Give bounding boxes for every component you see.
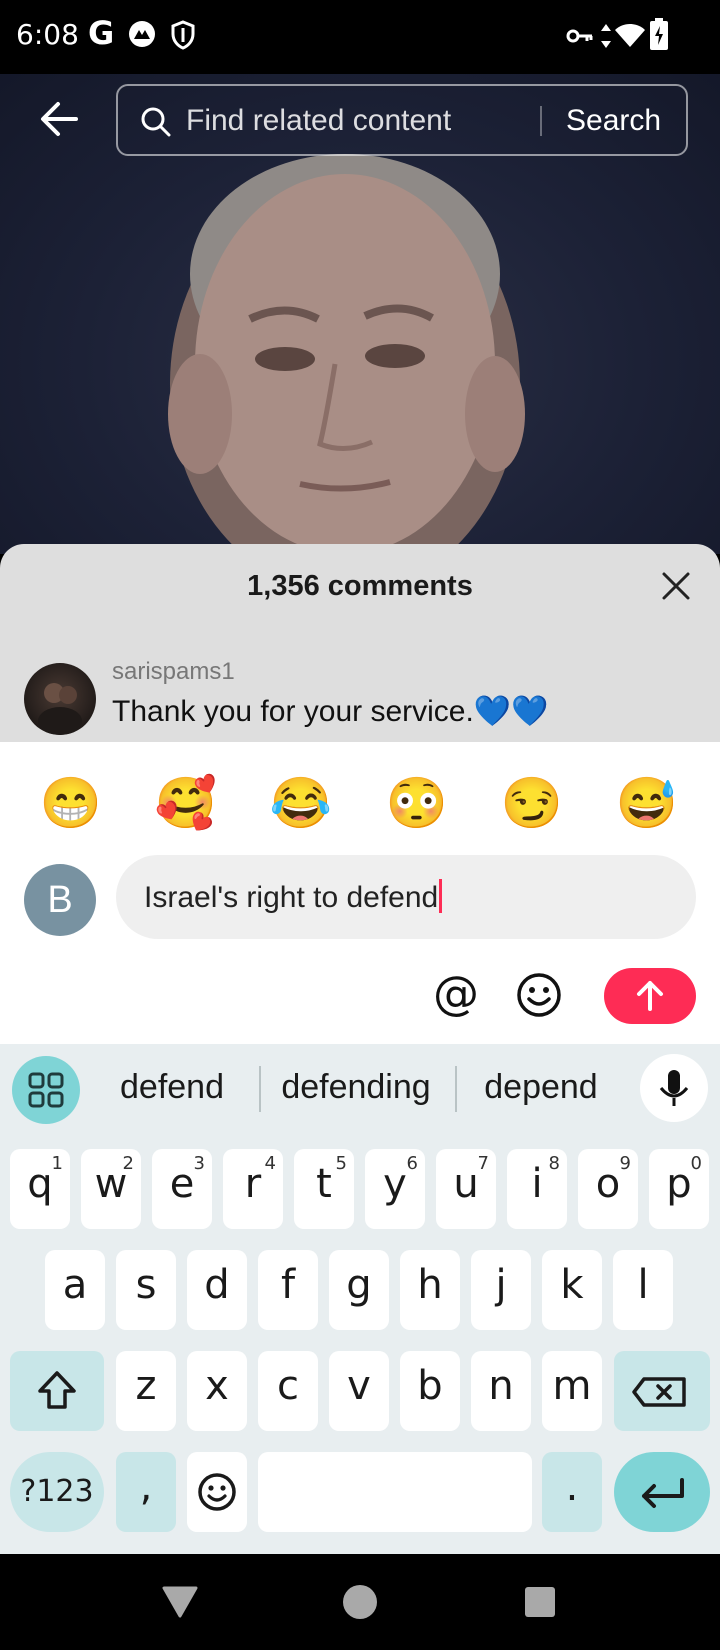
key-k[interactable]: k	[542, 1250, 602, 1330]
key-e[interactable]: e3	[152, 1149, 212, 1229]
arrow-left-icon	[41, 102, 78, 136]
nav-recents-icon[interactable]	[524, 1586, 556, 1618]
grid-icon	[28, 1072, 64, 1108]
mention-button[interactable]: @	[432, 970, 480, 1018]
system-nav-bar	[0, 1554, 720, 1650]
comment-avatar[interactable]	[24, 663, 96, 735]
shift-key[interactable]	[10, 1351, 104, 1431]
key-c[interactable]: c	[258, 1351, 318, 1431]
back-button[interactable]	[36, 94, 86, 144]
search-input[interactable]: Find related content	[186, 104, 451, 138]
nav-back-icon[interactable]	[160, 1584, 200, 1620]
suggestion-2[interactable]: defending	[268, 1068, 444, 1107]
status-bar: 6:08 G	[0, 0, 720, 74]
keyboard-apps-button[interactable]	[12, 1056, 80, 1124]
key-h[interactable]: h	[400, 1250, 460, 1330]
status-time: 6:08	[16, 18, 79, 51]
suggestion-divider	[455, 1066, 457, 1112]
key-n[interactable]: n	[471, 1351, 531, 1431]
data-arrows-icon	[600, 22, 612, 55]
smiley-icon	[517, 973, 561, 1017]
key-x[interactable]: x	[187, 1351, 247, 1431]
key-m[interactable]: m	[542, 1351, 602, 1431]
emoji-joy[interactable]: 😂	[266, 768, 336, 838]
key-v[interactable]: v	[329, 1351, 389, 1431]
comment-username[interactable]: sarispams1	[112, 658, 235, 686]
key-w[interactable]: w2	[81, 1149, 141, 1229]
space-key[interactable]	[258, 1452, 532, 1532]
search-button[interactable]: Search	[566, 104, 661, 138]
key-p[interactable]: p0	[649, 1149, 709, 1229]
period-key[interactable]: .	[542, 1452, 602, 1532]
backspace-icon	[632, 1377, 686, 1407]
key-o[interactable]: o9	[578, 1149, 638, 1229]
symbols-key[interactable]: ?123	[10, 1452, 104, 1532]
google-icon: G	[88, 14, 115, 52]
comment-input-value: Israel's right to defend	[144, 881, 439, 914]
comment-input[interactable]: Israel's right to defend	[116, 855, 696, 939]
user-avatar[interactable]: B	[24, 864, 96, 936]
shield-icon	[170, 20, 196, 55]
key-i[interactable]: i8	[507, 1149, 567, 1229]
emoji-hearts[interactable]: 🥰	[151, 768, 221, 838]
emoji-picker-button[interactable]	[516, 972, 562, 1018]
arrow-up-icon	[637, 981, 663, 1011]
comma-key[interactable]: ,	[116, 1452, 176, 1532]
enter-icon	[642, 1478, 684, 1508]
vpn-key-icon	[566, 26, 594, 51]
send-button[interactable]	[604, 968, 696, 1024]
nav-home-icon[interactable]	[342, 1584, 378, 1620]
emoji-sweat-smile[interactable]: 😅	[612, 768, 682, 838]
close-icon	[662, 572, 690, 600]
quick-emoji-row: 😁 🥰 😂 😳 😏 😅	[0, 768, 720, 838]
backspace-key[interactable]	[614, 1351, 710, 1431]
comment-text: Thank you for your service.💙💙	[112, 695, 549, 728]
wifi-icon	[614, 22, 646, 53]
emoji-grin[interactable]: 😁	[36, 768, 106, 838]
key-d[interactable]: d	[187, 1250, 247, 1330]
key-f[interactable]: f	[258, 1250, 318, 1330]
suggestion-1[interactable]: defend	[100, 1068, 244, 1107]
keyboard: defend defending depend q1 w2 e3 r4 t5 y…	[0, 1044, 720, 1554]
text-cursor	[439, 879, 443, 913]
shift-icon	[38, 1371, 76, 1409]
comments-count-title: 1,356 comments	[247, 570, 473, 602]
key-q[interactable]: q1	[10, 1149, 70, 1229]
app-notification-icon	[128, 20, 156, 53]
enter-key[interactable]	[614, 1452, 710, 1532]
comment-composer: 😁 🥰 😂 😳 😏 😅 B Israel's right to defend @	[0, 742, 720, 1044]
suggestion-divider	[259, 1066, 261, 1112]
key-s[interactable]: s	[116, 1250, 176, 1330]
search-divider	[540, 106, 542, 136]
comment-input-text: Israel's right to defend	[144, 879, 443, 915]
search-icon	[140, 106, 172, 143]
key-a[interactable]: a	[45, 1250, 105, 1330]
comments-sheet: 1,356 comments sarispams1 Thank you for …	[0, 544, 720, 744]
key-y[interactable]: y6	[365, 1149, 425, 1229]
emoji-key[interactable]	[187, 1452, 247, 1532]
emoji-flushed[interactable]: 😳	[382, 768, 452, 838]
key-l[interactable]: l	[613, 1250, 673, 1330]
microphone-icon	[659, 1070, 689, 1106]
key-j[interactable]: j	[471, 1250, 531, 1330]
key-t[interactable]: t5	[294, 1149, 354, 1229]
key-r[interactable]: r4	[223, 1149, 283, 1229]
key-g[interactable]: g	[329, 1250, 389, 1330]
key-b[interactable]: b	[400, 1351, 460, 1431]
suggestion-3[interactable]: depend	[466, 1068, 616, 1107]
close-button[interactable]	[658, 568, 694, 604]
battery-icon	[650, 18, 668, 55]
search-bar[interactable]: Find related content Search	[116, 84, 688, 156]
voice-input-button[interactable]	[640, 1054, 708, 1122]
key-u[interactable]: u7	[436, 1149, 496, 1229]
smiley-icon	[198, 1473, 236, 1511]
suggestion-bar: defend defending depend	[0, 1044, 720, 1132]
key-z[interactable]: z	[116, 1351, 176, 1431]
emoji-smirk[interactable]: 😏	[497, 768, 567, 838]
